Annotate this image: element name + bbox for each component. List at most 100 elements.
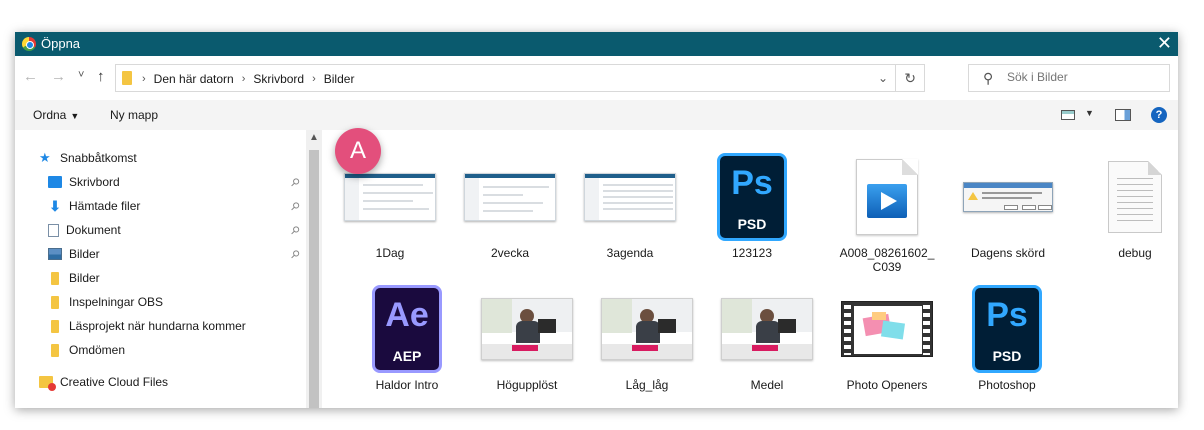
sidebar-item-desktop[interactable]: Skrivbord: [48, 172, 120, 192]
file-name: 1Dag: [375, 246, 405, 260]
sidebar-item-label: Bilder: [69, 271, 100, 285]
address-dropdown-button[interactable]: ⌄: [878, 71, 888, 85]
file-name: Photo Openers: [846, 378, 928, 392]
photo-thumbnail: [601, 298, 693, 360]
pin-icon[interactable]: ⚲: [288, 175, 303, 190]
file-item[interactable]: debug: [1085, 150, 1178, 260]
sidebar-item-label: Hämtade filer: [69, 199, 141, 213]
sidebar-item-documents[interactable]: Dokument: [48, 220, 121, 240]
video-thumbnail: [841, 301, 933, 357]
organize-label: Ordna: [33, 108, 67, 122]
sidebar-item-label: Inspelningar OBS: [69, 295, 164, 309]
view-options-dropdown[interactable]: ▼: [1085, 108, 1094, 118]
breadcrumb: › Den här datorn › Skrivbord › Bilder: [142, 72, 354, 86]
sidebar-item-folder-lasprojekt[interactable]: Läsprojekt när hundarna kommer: [48, 316, 246, 336]
file-item[interactable]: Ae AEP Haldor Intro: [357, 282, 457, 392]
scroll-up-icon[interactable]: ▲: [309, 132, 319, 143]
help-button[interactable]: ?: [1151, 107, 1167, 123]
search-input[interactable]: [1007, 70, 1157, 84]
file-name: Photoshop: [978, 378, 1036, 392]
sidebar-item-label: Skrivbord: [69, 175, 120, 189]
preview-pane-icon[interactable]: [1115, 109, 1131, 121]
organize-button[interactable]: Ordna ▼: [33, 108, 79, 122]
back-button[interactable]: ←: [23, 68, 38, 85]
sidebar-item-label: Läsprojekt när hundarna kommer: [69, 319, 246, 333]
up-button[interactable]: ↑: [97, 68, 105, 85]
icon-text: PSD: [737, 216, 767, 232]
creative-cloud-icon: [39, 376, 56, 391]
file-item[interactable]: Ps PSD Photoshop: [957, 282, 1057, 392]
file-name: debug: [1118, 246, 1152, 260]
breadcrumb-desktop[interactable]: Skrivbord: [253, 72, 304, 86]
breadcrumb-pictures[interactable]: Bilder: [324, 72, 355, 86]
file-name: Medel: [750, 378, 784, 392]
photo-thumbnail: [721, 298, 813, 360]
file-item[interactable]: 2vecka: [460, 150, 560, 260]
sidebar-item-pictures[interactable]: Bilder: [48, 244, 100, 264]
photoshop-file-icon: Ps PSD: [717, 153, 787, 241]
icon-text: AEP: [392, 348, 422, 364]
window-title: Öppna: [41, 36, 81, 51]
file-item[interactable]: Ps PSD 123123: [702, 150, 802, 260]
sidebar-item-folder-bilder[interactable]: Bilder: [48, 268, 100, 288]
sidebar-item-folder-omdomen[interactable]: Omdömen: [48, 340, 125, 360]
view-mode-icon[interactable]: [1061, 110, 1075, 120]
close-button[interactable]: ✕: [1157, 33, 1172, 53]
file-name: 3agenda: [606, 246, 654, 260]
address-row: ← → ˅ ↑ › Den här datorn › Skrivbord › B…: [15, 56, 1178, 100]
file-name: 123123: [731, 246, 773, 260]
divider: [895, 65, 896, 91]
breadcrumb-separator: ›: [142, 73, 146, 85]
breadcrumb-this-pc[interactable]: Den här datorn: [154, 72, 234, 86]
icon-text: Ps: [986, 296, 1028, 334]
chrome-icon: [22, 37, 36, 51]
after-effects-file-icon: Ae AEP: [372, 285, 442, 373]
file-name: Låg_låg: [625, 378, 669, 392]
photo-thumbnail: [481, 298, 573, 360]
sidebar-item-label: Bilder: [69, 247, 100, 261]
file-item[interactable]: Högupplöst: [477, 282, 577, 392]
sidebar-item-quick-access[interactable]: ★ Snabbåtkomst: [39, 148, 137, 168]
icon-text: Ae: [385, 296, 429, 334]
navigation-pane: ★ Snabbåtkomst Skrivbord ⚲ ⬇ Hämtade fil…: [15, 130, 306, 408]
file-item[interactable]: Dagens skörd: [958, 150, 1058, 260]
forward-button[interactable]: →: [51, 68, 66, 85]
photoshop-file-icon: Ps PSD: [972, 285, 1042, 373]
chevron-down-icon: ▼: [70, 111, 80, 121]
pin-icon[interactable]: ⚲: [288, 247, 303, 262]
file-item[interactable]: Låg_låg: [597, 282, 697, 392]
sidebar-item-label: Omdömen: [69, 343, 126, 357]
file-item[interactable]: A008_08261602_C039: [837, 150, 937, 274]
search-icon: ⚲: [983, 70, 994, 86]
refresh-button[interactable]: ↻: [904, 70, 916, 87]
breadcrumb-separator: ›: [241, 73, 246, 85]
new-folder-button[interactable]: Ny mapp: [110, 108, 158, 122]
screenshot-thumbnail: [464, 173, 556, 221]
icon-text: Ps: [731, 164, 773, 202]
sidebar-item-label: Dokument: [66, 223, 121, 237]
sidebar-item-downloads[interactable]: ⬇ Hämtade filer: [48, 196, 140, 216]
screenshot-thumbnail: [344, 173, 436, 221]
folder-icon: [51, 343, 59, 357]
screenshot-thumbnail: [584, 173, 676, 221]
desktop-icon: [48, 176, 62, 188]
search-box[interactable]: ⚲: [968, 64, 1170, 92]
pin-icon[interactable]: ⚲: [288, 223, 303, 238]
file-item[interactable]: 3agenda: [580, 150, 680, 260]
folder-icon: [122, 71, 132, 85]
file-item[interactable]: Photo Openers: [837, 282, 937, 392]
file-list: 1Dag 2vecka 3agenda Ps PSD 123123 A008_08…: [322, 130, 1178, 408]
sidebar-item-label: Snabbåtkomst: [60, 151, 137, 165]
sidebar-item-creative-cloud[interactable]: Creative Cloud Files: [39, 372, 168, 392]
folder-icon: [51, 295, 59, 309]
address-bar[interactable]: › Den här datorn › Skrivbord › Bilder ⌄ …: [115, 64, 925, 92]
sidebar-item-folder-obs[interactable]: Inspelningar OBS: [48, 292, 163, 312]
pin-icon[interactable]: ⚲: [288, 199, 303, 214]
sidebar-scrollbar[interactable]: ▲: [306, 130, 322, 408]
file-name: Dagens skörd: [970, 246, 1046, 260]
recent-locations-button[interactable]: ˅: [78, 69, 84, 81]
scrollbar-thumb[interactable]: [309, 150, 319, 408]
file-item[interactable]: Medel: [717, 282, 817, 392]
title-bar[interactable]: Öppna ✕: [15, 32, 1178, 56]
folder-icon: [51, 271, 59, 285]
